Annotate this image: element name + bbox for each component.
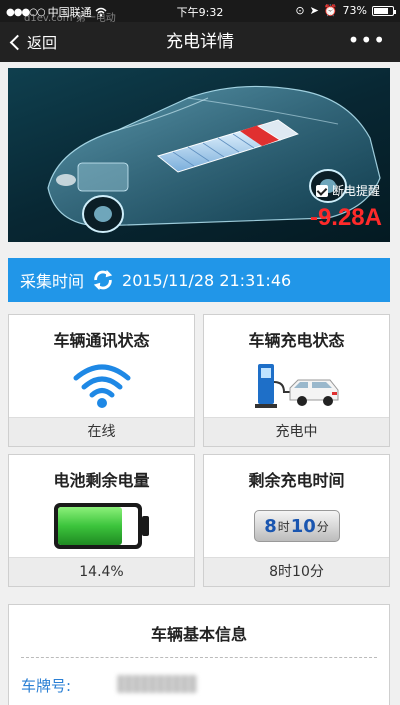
- battery-percent: 73%: [342, 4, 367, 17]
- card-title: 剩余充电时间: [248, 471, 345, 490]
- card-comm-status: 车辆通讯状态 在线: [8, 314, 195, 447]
- vehicle-info-title: 车辆基本信息: [150, 625, 247, 644]
- comm-status-value: 在线: [9, 417, 194, 446]
- alert-checkbox[interactable]: [315, 184, 328, 197]
- page-title: 充电详情: [166, 32, 234, 52]
- plate-number-redacted: [117, 675, 197, 693]
- remaining-hours: 8: [264, 515, 277, 537]
- collection-timestamp: 2015/11/28 21:31:46: [122, 270, 292, 290]
- card-title: 电池剩余电量: [53, 471, 150, 490]
- minutes-unit: 分: [316, 519, 329, 534]
- battery-level-value: 14.4%: [9, 557, 194, 586]
- battery-level-fill: [57, 507, 122, 545]
- more-button[interactable]: •••: [348, 22, 386, 62]
- plate-number-label: 车牌号:: [21, 677, 72, 695]
- current-reading: -9.28A: [309, 204, 382, 231]
- alert-label: 断电提醒: [331, 184, 380, 198]
- hours-unit: 时: [277, 519, 290, 534]
- battery-icon: [372, 5, 396, 16]
- wifi-signal-icon: [73, 364, 130, 408]
- rotation-lock-icon: ⊙: [295, 4, 305, 17]
- front-wheel-graphic: [82, 195, 124, 233]
- status-bar: ●●●○○ 中国联通 d1ev.com 第一电动 下午9:32 ⊙ ➤ ⏰ 73…: [0, 0, 400, 24]
- hero-car-image: 断电提醒 -9.28A: [8, 68, 390, 242]
- divider: [21, 657, 377, 658]
- battery-level-icon: [53, 503, 149, 549]
- card-remaining-time: 剩余充电时间 8 时 10 分 8时10分: [203, 454, 390, 587]
- collection-time-label: 采集时间: [20, 272, 85, 291]
- charge-status-value: 充电中: [204, 417, 389, 446]
- alarm-icon: ⏰: [323, 4, 338, 17]
- location-icon: ➤: [309, 4, 319, 17]
- collection-time-bar: 采集时间 2015/11/28 21:31:46: [8, 258, 390, 302]
- card-title: 车辆充电状态: [248, 331, 345, 350]
- remaining-time-badge: 8 时 10 分: [253, 510, 340, 542]
- nav-bar: 返回 充电详情 •••: [0, 22, 400, 62]
- card-title: 车辆通讯状态: [53, 331, 150, 350]
- status-right: ⊙ ➤ ⏰ 73%: [295, 4, 396, 17]
- refresh-icon[interactable]: [92, 269, 114, 291]
- card-charge-status: 车辆充电状态 充电中: [203, 314, 390, 447]
- power-off-alert-toggle[interactable]: 断电提醒: [315, 182, 380, 199]
- vehicle-info-panel: 车辆基本信息 车牌号:: [8, 604, 390, 705]
- remaining-minutes: 10: [290, 515, 316, 537]
- remaining-time-value: 8时10分: [204, 557, 389, 586]
- card-battery-level: 电池剩余电量 14.4%: [8, 454, 195, 587]
- charging-station-car-icon: [254, 364, 338, 408]
